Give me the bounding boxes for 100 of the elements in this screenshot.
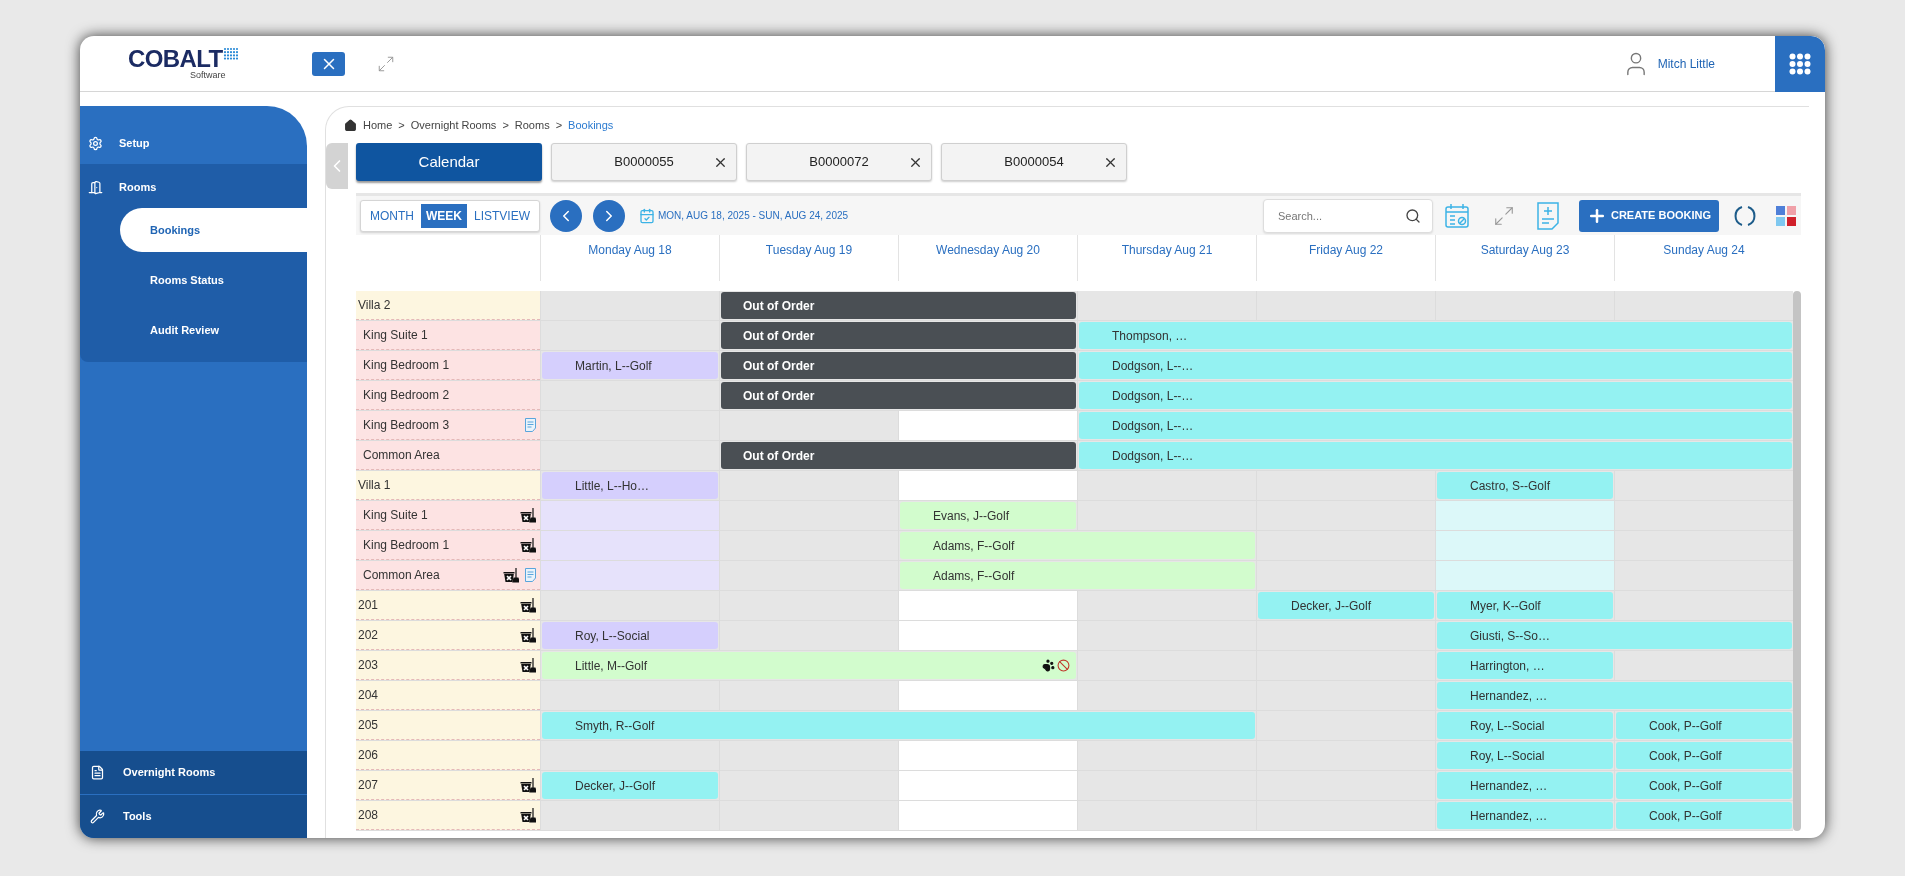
day-cell[interactable] — [1077, 681, 1256, 710]
day-cell[interactable] — [540, 291, 719, 320]
out-of-order-bar[interactable]: Out of Order — [721, 292, 1076, 319]
day-cell[interactable] — [1077, 291, 1256, 320]
color-legend-icon[interactable] — [1775, 204, 1797, 227]
booking-bar[interactable]: Evans, J--Golf — [900, 502, 1076, 529]
day-cell[interactable] — [1077, 801, 1256, 830]
day-cell[interactable] — [719, 621, 898, 650]
add-note-icon[interactable] — [1536, 201, 1559, 230]
booking-bar[interactable]: Dodgson, L--… — [1079, 352, 1792, 379]
booking-bar[interactable]: Cook, P--Golf — [1616, 772, 1792, 799]
day-cell[interactable] — [540, 381, 719, 410]
tab[interactable]: B0000072 — [746, 143, 932, 181]
view-option[interactable]: MONTH — [365, 203, 419, 228]
day-cell[interactable] — [1614, 471, 1793, 500]
out-of-order-bar[interactable]: Out of Order — [721, 352, 1076, 379]
collapse-handle[interactable] — [326, 143, 348, 189]
day-cell[interactable] — [1435, 561, 1614, 590]
booking-bar[interactable]: Decker, J--Golf — [542, 772, 718, 799]
booking-bar[interactable]: Little, M--Golf — [542, 652, 1076, 679]
day-cell[interactable] — [540, 801, 719, 830]
sidebar-subitem[interactable]: Rooms Status — [120, 258, 307, 302]
booking-bar[interactable]: Thompson, … — [1079, 322, 1792, 349]
search-icon[interactable] — [1404, 207, 1421, 224]
booking-bar[interactable]: Hernandez, … — [1437, 682, 1792, 709]
calendar-icon[interactable] — [639, 207, 655, 224]
day-cell[interactable] — [1256, 711, 1435, 740]
day-cell[interactable] — [719, 741, 898, 770]
scrollbar[interactable] — [1793, 291, 1801, 831]
day-cell[interactable] — [540, 321, 719, 350]
day-cell[interactable] — [1077, 591, 1256, 620]
close-button[interactable] — [312, 51, 345, 76]
day-cell[interactable] — [1614, 501, 1793, 530]
breadcrumb-link[interactable]: Overnight Rooms — [410, 116, 497, 134]
day-cell[interactable] — [540, 591, 719, 620]
booking-bar[interactable]: Myer, K--Golf — [1437, 592, 1613, 619]
day-cell[interactable] — [1256, 801, 1435, 830]
day-cell[interactable] — [1435, 531, 1614, 560]
day-cell[interactable] — [1435, 291, 1614, 320]
calendar-block-icon[interactable] — [1442, 201, 1471, 230]
day-cell[interactable] — [1077, 771, 1256, 800]
booking-bar[interactable]: Castro, S--Golf — [1437, 472, 1613, 499]
day-cell[interactable] — [1614, 291, 1793, 320]
day-cell[interactable] — [719, 531, 898, 560]
day-cell[interactable] — [1256, 501, 1435, 530]
day-cell[interactable] — [719, 561, 898, 590]
sidebar-bottom-item[interactable]: Overnight Rooms — [80, 750, 307, 794]
sidebar-bottom-item[interactable]: Tools — [80, 794, 307, 838]
booking-bar[interactable]: Cook, P--Golf — [1616, 742, 1792, 769]
day-cell[interactable] — [719, 591, 898, 620]
booking-bar[interactable]: Martin, L--Golf — [542, 352, 718, 379]
view-option[interactable]: WEEK — [421, 203, 467, 228]
booking-bar[interactable]: Little, L--Ho… — [542, 472, 718, 499]
tab[interactable]: Calendar — [356, 143, 542, 181]
tab[interactable]: B0000054 — [941, 143, 1127, 181]
day-cell[interactable] — [719, 471, 898, 500]
booking-bar[interactable]: Decker, J--Golf — [1258, 592, 1434, 619]
day-cell[interactable] — [719, 681, 898, 710]
previous-week-button[interactable] — [550, 199, 582, 232]
out-of-order-bar[interactable]: Out of Order — [721, 442, 1076, 469]
sidebar-item[interactable]: Setup — [80, 128, 307, 158]
sidebar-subitem[interactable]: Audit Review — [120, 308, 307, 352]
booking-bar[interactable]: Cook, P--Golf — [1616, 712, 1792, 739]
booking-bar[interactable]: Smyth, R--Golf — [542, 712, 1255, 739]
booking-bar[interactable]: Dodgson, L--… — [1079, 382, 1792, 409]
day-cell[interactable] — [540, 681, 719, 710]
day-cell[interactable] — [1256, 531, 1435, 560]
day-cell[interactable] — [1077, 621, 1256, 650]
day-cell[interactable] — [1614, 591, 1793, 620]
breadcrumb-link[interactable]: Home — [363, 116, 393, 134]
booking-bar[interactable]: Hernandez, … — [1437, 802, 1613, 829]
booking-bar[interactable]: Roy, L--Social — [1437, 742, 1613, 769]
day-cell[interactable] — [1435, 501, 1614, 530]
breadcrumb-link[interactable]: Bookings — [568, 116, 614, 134]
create-booking-button[interactable]: CREATE BOOKING — [1578, 199, 1719, 232]
day-cell[interactable] — [719, 771, 898, 800]
day-cell[interactable] — [540, 441, 719, 470]
view-option[interactable]: LISTVIEW — [469, 203, 535, 228]
home-icon[interactable] — [344, 118, 357, 132]
day-cell[interactable] — [1077, 471, 1256, 500]
booking-bar[interactable]: Dodgson, L--… — [1079, 442, 1792, 469]
search-field[interactable]: Search... — [1262, 198, 1433, 233]
day-cell[interactable] — [1256, 291, 1435, 320]
day-cell[interactable] — [719, 411, 898, 440]
expand-icon[interactable] — [377, 54, 395, 73]
booking-bar[interactable]: Adams, F--Golf — [900, 562, 1255, 589]
booking-bar[interactable]: Harrington, … — [1437, 652, 1613, 679]
day-cell[interactable] — [540, 411, 719, 440]
next-week-button[interactable] — [593, 199, 625, 232]
day-cell[interactable] — [540, 741, 719, 770]
booking-bar[interactable]: Giusti, S--So… — [1437, 622, 1792, 649]
tab[interactable]: B0000055 — [551, 143, 737, 181]
booking-bar[interactable]: Hernandez, … — [1437, 772, 1613, 799]
day-cell[interactable] — [540, 501, 719, 530]
user-name[interactable]: Mitch Little — [1657, 54, 1715, 73]
breadcrumb-link[interactable]: Rooms — [514, 116, 550, 134]
booking-bar[interactable]: Roy, L--Social — [542, 622, 718, 649]
booking-bar[interactable]: Dodgson, L--… — [1079, 412, 1792, 439]
expand-icon[interactable] — [1492, 204, 1515, 227]
booking-bar[interactable]: Cook, P--Golf — [1616, 802, 1792, 829]
